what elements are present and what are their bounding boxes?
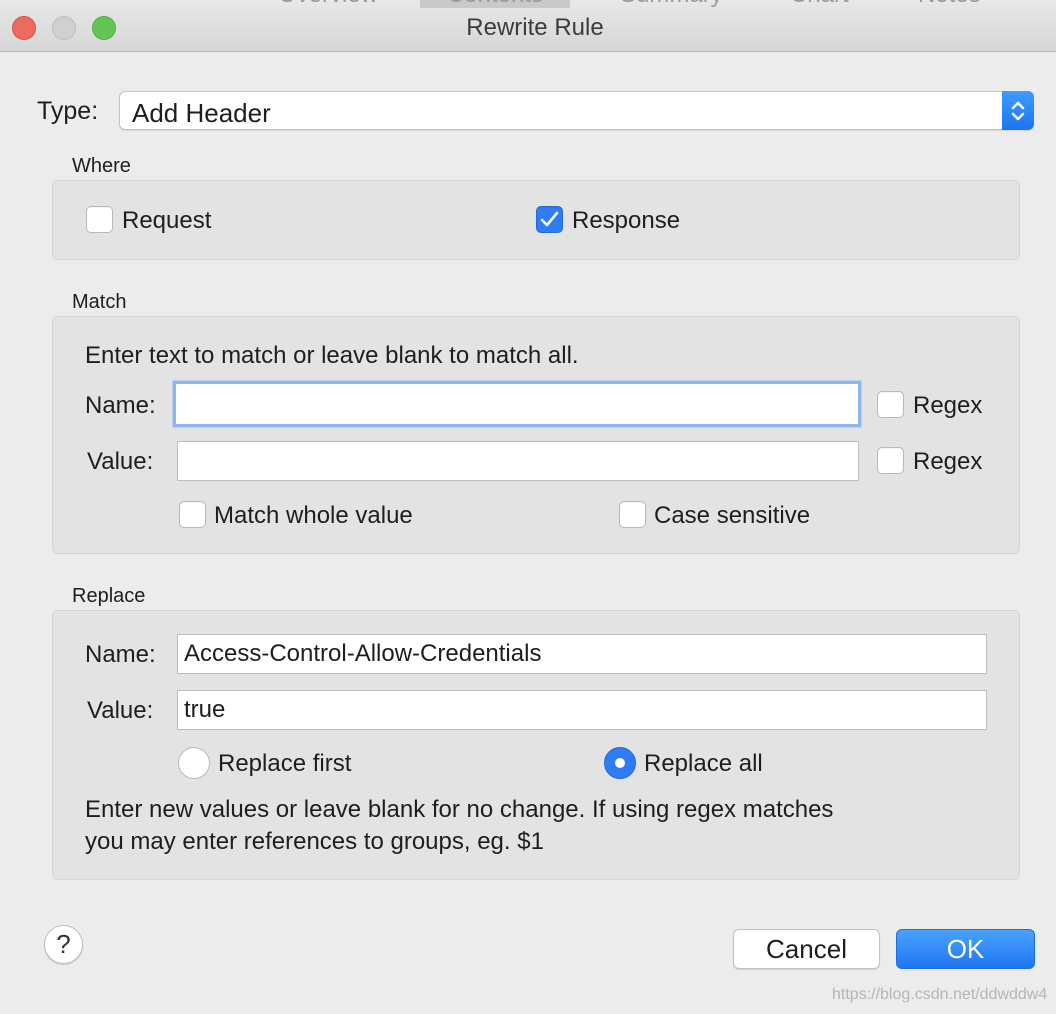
replace-all-radio[interactable]	[604, 747, 636, 779]
response-label: Response	[572, 207, 681, 234]
match-name-input[interactable]	[173, 381, 861, 427]
match-value-label: Value:	[87, 448, 154, 475]
replace-hint-line-1: Enter new values or leave blank for no c…	[85, 796, 834, 823]
ok-button[interactable]: OK	[896, 929, 1035, 969]
match-hint: Enter text to match or leave blank to ma…	[85, 342, 579, 369]
replace-value-label: Value:	[87, 697, 154, 724]
match-value-input[interactable]	[177, 441, 859, 481]
response-checkbox[interactable]	[536, 206, 563, 233]
window-title: Rewrite Rule	[466, 14, 604, 41]
match-name-regex-checkbox[interactable]	[877, 391, 904, 418]
background-tab-contents: Contents	[420, 0, 570, 8]
request-checkbox[interactable]	[86, 206, 113, 233]
replace-first-radio[interactable]	[178, 747, 210, 779]
checkmark-icon	[540, 211, 559, 227]
replace-hint-line-2: you may enter references to groups, eg. …	[85, 828, 544, 855]
match-name-regex-label: Regex	[913, 392, 983, 419]
cancel-button[interactable]: Cancel	[733, 929, 880, 969]
match-value-regex-label: Regex	[913, 448, 983, 475]
type-select[interactable]: Add Header	[119, 91, 1034, 130]
replace-section-title: Replace	[72, 585, 146, 607]
case-sensitive-label: Case sensitive	[654, 502, 811, 529]
title-bar: Overview Contents Summary Chart Notes Re…	[0, 0, 1056, 52]
type-select-value: Add Header	[132, 98, 271, 128]
match-whole-value-checkbox[interactable]	[179, 501, 206, 528]
background-tab-overview: Overview	[278, 0, 378, 8]
replace-value-input[interactable]	[177, 690, 987, 730]
type-label: Type:	[37, 97, 99, 125]
select-arrows-icon[interactable]	[1002, 91, 1034, 130]
where-section-title: Where	[72, 155, 131, 177]
replace-first-label: Replace first	[218, 750, 352, 777]
case-sensitive-checkbox[interactable]	[619, 501, 646, 528]
replace-name-input[interactable]	[177, 634, 987, 674]
replace-all-label: Replace all	[644, 750, 763, 777]
background-tab-summary: Summary	[620, 0, 723, 8]
match-whole-value-label: Match whole value	[214, 502, 413, 529]
background-tab-notes: Notes	[918, 0, 981, 8]
replace-name-label: Name:	[85, 641, 156, 668]
watermark: https://blog.csdn.net/ddwddw4	[832, 986, 1048, 1003]
background-tab-strip: Overview Contents Summary Chart Notes	[0, 0, 1056, 8]
help-button[interactable]: ?	[44, 925, 83, 964]
match-name-label: Name:	[85, 392, 156, 419]
match-value-regex-checkbox[interactable]	[877, 447, 904, 474]
match-section-title: Match	[72, 291, 127, 313]
background-tab-chart: Chart	[790, 0, 849, 8]
request-label: Request	[122, 207, 212, 234]
